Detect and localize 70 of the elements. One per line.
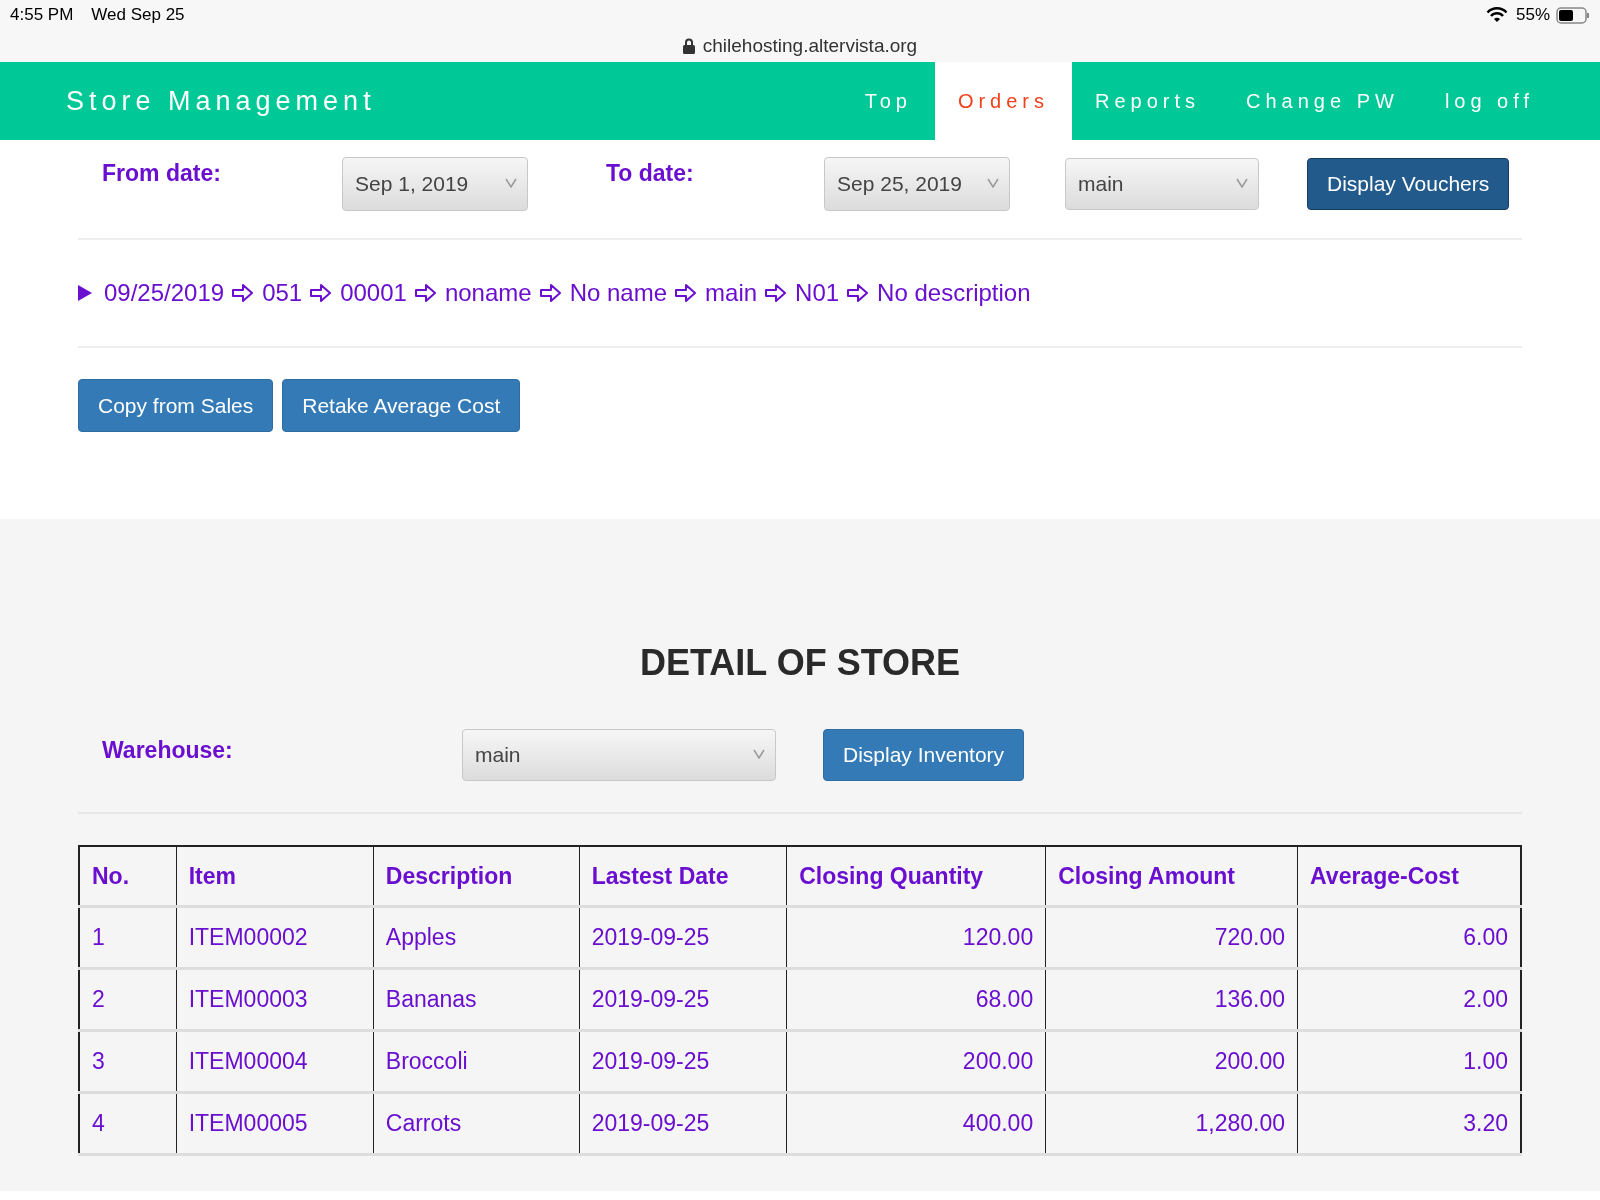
table-cell: 2019-09-25	[579, 968, 787, 1031]
column-header: Description	[373, 846, 580, 907]
wifi-icon	[1485, 7, 1508, 23]
table-cell: 120.00	[786, 906, 1046, 969]
arrow-icon	[539, 284, 562, 302]
battery-percent: 55%	[1515, 5, 1550, 25]
lock-icon	[682, 38, 695, 54]
arrow-icon	[847, 284, 870, 302]
voucher-field: noname	[444, 279, 532, 307]
table-cell: 68.00	[786, 968, 1046, 1031]
warehouse-label: Warehouse:	[101, 736, 234, 764]
column-header: No.	[79, 846, 177, 907]
table-cell: ITEM00005	[176, 1092, 374, 1155]
column-header: Closing Quantity	[786, 846, 1046, 907]
voucher-field: 051	[262, 279, 303, 307]
voucher-field: No description	[877, 279, 1031, 307]
nav-tab[interactable]: Orders	[934, 62, 1072, 140]
status-time: 4:55 PM	[10, 5, 74, 25]
voucher-field: No name	[569, 279, 668, 307]
column-header: Item	[176, 846, 374, 907]
table-cell: 400.00	[786, 1092, 1046, 1155]
table-cell: 2019-09-25	[579, 906, 787, 969]
caret-icon	[505, 178, 517, 188]
detail-title: DETAIL OF STORE	[639, 641, 961, 684]
table-cell: ITEM00003	[176, 968, 374, 1031]
table-cell: Bananas	[373, 968, 580, 1031]
to-date-select[interactable]: Sep 25, 2019	[824, 157, 1010, 211]
column-header: Lastest Date	[579, 846, 787, 907]
voucher-field: 00001	[340, 279, 407, 307]
table-cell: 2019-09-25	[579, 1030, 787, 1093]
table-cell: 3	[79, 1030, 177, 1093]
table-cell: 4	[79, 1092, 177, 1155]
battery-icon	[1556, 6, 1590, 24]
table-cell: 200.00	[786, 1030, 1046, 1093]
table-cell: 2019-09-25	[579, 1092, 787, 1155]
table-cell: 1,280.00	[1045, 1092, 1298, 1155]
table-cell: 1	[79, 906, 177, 969]
from-date-select[interactable]: Sep 1, 2019	[342, 157, 528, 211]
from-date-label: From date:	[101, 159, 222, 187]
display-vouchers-button[interactable]: Display Vouchers	[1307, 158, 1510, 210]
url-text[interactable]: chilehosting.altervista.org	[702, 35, 918, 57]
arrow-icon	[232, 284, 255, 302]
arrow-icon	[310, 284, 333, 302]
voucher-field: N01	[795, 279, 840, 307]
display-inventory-button[interactable]: Display Inventory	[823, 729, 1025, 781]
caret-icon	[987, 178, 999, 188]
voucher-field: main	[705, 279, 758, 307]
triangle-right-icon[interactable]	[78, 285, 92, 301]
table-cell: 720.00	[1045, 906, 1298, 969]
arrow-icon	[414, 284, 437, 302]
action-button[interactable]: Retake Average Cost	[282, 379, 521, 432]
table-cell: ITEM00004	[176, 1030, 374, 1093]
table-cell: Broccoli	[373, 1030, 580, 1093]
status-date: Wed Sep 25	[91, 5, 185, 25]
store-select[interactable]: main	[1065, 158, 1259, 210]
table-cell: 200.00	[1045, 1030, 1298, 1093]
warehouse-select[interactable]: main	[462, 729, 776, 781]
voucher-field: 09/25/2019	[104, 279, 225, 307]
arrow-icon	[675, 284, 698, 302]
table-cell: 2	[79, 968, 177, 1031]
table-cell: 136.00	[1045, 968, 1298, 1031]
caret-icon	[753, 749, 765, 759]
table-cell: Apples	[373, 906, 580, 969]
caret-icon	[1236, 178, 1248, 188]
column-header: Closing Amount	[1045, 846, 1298, 907]
to-date-label: To date:	[605, 159, 695, 187]
table-cell: ITEM00002	[176, 906, 374, 969]
arrow-icon	[765, 284, 788, 302]
action-button[interactable]: Copy from Sales	[78, 379, 274, 432]
table-cell: Carrots	[373, 1092, 580, 1155]
